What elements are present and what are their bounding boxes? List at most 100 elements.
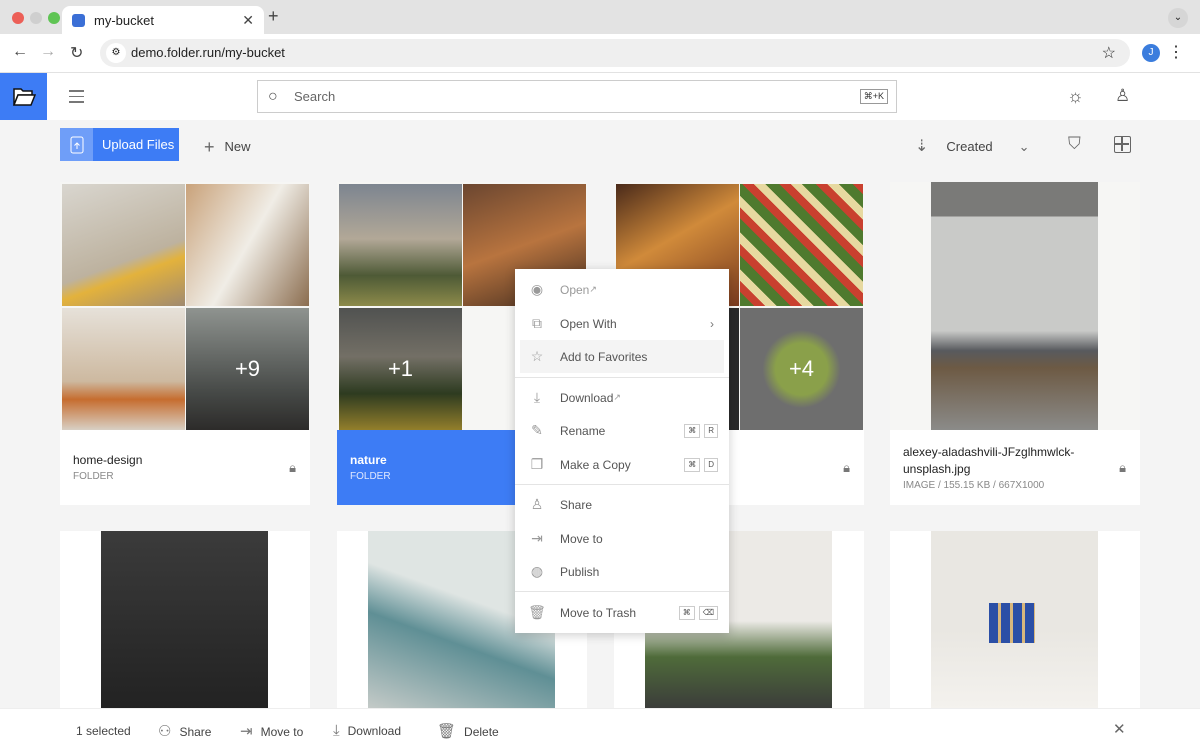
external-link-icon: ↗: [613, 392, 621, 402]
menu-item-download[interactable]: ⤓ Download ↗: [520, 381, 724, 414]
menu-item-open[interactable]: ◉ Open ↗: [520, 273, 724, 306]
back-icon[interactable]: ←: [12, 43, 28, 61]
item-type: IMAGE / 155.15 KB / 667X1000: [903, 480, 1045, 491]
menu-item-share[interactable]: ♙ Share: [520, 488, 724, 521]
search-icon: ○: [268, 88, 278, 105]
menu-label: Move to: [560, 531, 603, 546]
search-input[interactable]: ○ Search ⌘+K: [257, 80, 897, 113]
grid-view-icon[interactable]: [1114, 136, 1131, 153]
share-button[interactable]: ⚇ Share: [158, 722, 211, 740]
tab-list-button[interactable]: ⌄: [1168, 8, 1188, 28]
download-button[interactable]: ⤓ Download: [333, 722, 401, 739]
menu-label: Add to Favorites: [560, 349, 648, 364]
eye-icon: ◉: [530, 281, 544, 297]
more-count: +9: [186, 308, 309, 430]
menu-label: Open With: [560, 316, 617, 331]
new-tab-button[interactable]: +: [268, 6, 279, 27]
folder-favicon-icon: [72, 13, 85, 27]
thumbnail: [186, 184, 309, 306]
thumbnail: [339, 184, 462, 306]
kbd-cmd: ⌘: [684, 423, 701, 438]
more-count: +4: [788, 356, 815, 381]
new-label: New: [224, 139, 251, 154]
bookmark-star-icon[interactable]: ☆: [1102, 43, 1116, 63]
folder-thumbnails: +9: [60, 182, 310, 430]
maximize-window-button[interactable]: [48, 12, 60, 24]
chevron-right-icon: ›: [710, 316, 714, 331]
menu-label: Move to Trash: [560, 605, 637, 620]
folder-card[interactable]: +9 home-design FOLDER 🔒︎: [60, 182, 310, 505]
menu-item-open-with[interactable]: ⧉ Open With ›: [520, 307, 724, 340]
search-shortcut: ⌘+K: [859, 89, 888, 104]
upload-file-icon: [60, 128, 93, 161]
sort-dropdown[interactable]: ⇣ Created ⌄: [915, 136, 1030, 156]
forward-icon[interactable]: →: [40, 43, 56, 61]
sort-label: Created: [946, 139, 993, 154]
menu-item-make-copy[interactable]: ❐ Make a Copy ⌘ D: [520, 448, 724, 481]
lock-icon[interactable]: 🔒︎: [1119, 460, 1126, 476]
user-icon[interactable]: ♙: [1115, 86, 1130, 106]
folder-logo-icon[interactable]: [0, 73, 47, 120]
menu-item-move-to-trash[interactable]: 🗑︎ Move to Trash ⌘ ⌫: [520, 596, 724, 629]
item-type: FOLDER: [73, 471, 114, 482]
tab-title: my-bucket: [94, 12, 154, 28]
sort-icon: ⇣: [915, 138, 929, 155]
close-icon[interactable]: ✕: [1113, 720, 1126, 738]
filter-icon[interactable]: ⛉: [1068, 134, 1081, 154]
download-icon: ⤓: [333, 722, 340, 739]
thumbnail: [62, 308, 185, 430]
copy-icon: ❐: [530, 456, 544, 472]
kbd-key: D: [704, 457, 718, 472]
close-window-button[interactable]: [12, 12, 24, 24]
upload-files-button[interactable]: Upload Files: [60, 128, 179, 161]
menu-icon[interactable]: [69, 90, 84, 107]
browser-menu-icon[interactable]: ⋮: [1168, 42, 1184, 62]
menu-item-move-to[interactable]: ⇥ Move to: [520, 522, 724, 555]
pencil-icon: ✎: [531, 422, 543, 438]
close-tab-icon[interactable]: ✕: [242, 12, 254, 29]
lock-icon[interactable]: 🔒︎: [843, 460, 850, 476]
menu-label: Share: [560, 497, 593, 512]
divider: [515, 591, 729, 592]
reload-icon[interactable]: ↻: [70, 43, 83, 63]
search-placeholder: Search: [294, 89, 336, 104]
site-settings-icon[interactable]: ⚙: [106, 43, 126, 63]
delete-label: Delete: [464, 725, 499, 739]
thumbnail: [740, 184, 863, 306]
profile-avatar[interactable]: J: [1142, 44, 1160, 62]
thumbnail: +9: [186, 308, 309, 430]
url-field[interactable]: ⚙ demo.folder.run/my-bucket: [100, 39, 1130, 67]
move-to-label: Move to: [260, 725, 304, 739]
card-info: home-design FOLDER 🔒︎: [60, 430, 310, 505]
menu-label: Rename: [560, 423, 606, 438]
new-button[interactable]: + New: [204, 137, 251, 158]
address-bar-row: ← → ↻ ⚙ demo.folder.run/my-bucket ☆ J ⋮: [0, 34, 1200, 73]
menu-item-publish[interactable]: ◍ Publish: [520, 555, 724, 588]
delete-button[interactable]: 🗑︎ Delete: [437, 722, 499, 740]
selection-action-bar: 1 selected ⚇ Share ⇥ Move to ⤓ Download 🗑︎ D…: [0, 708, 1200, 750]
url-text: demo.folder.run/my-bucket: [131, 45, 285, 60]
thumbnail: +1: [339, 308, 462, 430]
star-icon: ☆: [530, 348, 544, 364]
browser-tab[interactable]: my-bucket ✕: [62, 6, 264, 34]
download-label: Download: [347, 724, 402, 738]
item-name: alexey-aladashvili-JFzglhmwlck-unsplash.…: [903, 445, 1075, 476]
menu-label: Download: [560, 390, 614, 405]
theme-toggle-icon[interactable]: ☼: [1067, 86, 1084, 107]
move-to-button[interactable]: ⇥ Move to: [240, 722, 303, 740]
menu-item-add-favorites[interactable]: ☆ Add to Favorites: [520, 340, 724, 373]
image-card[interactable]: [890, 531, 1140, 711]
image-card[interactable]: [60, 531, 310, 711]
minimize-window-button[interactable]: [30, 12, 42, 24]
kbd-key: ⌫: [698, 605, 718, 620]
browser-tab-bar: my-bucket ✕ + ⌄: [0, 0, 1200, 34]
selection-count: 1 selected: [76, 724, 131, 738]
menu-item-rename[interactable]: ✎ Rename ⌘ R: [520, 414, 724, 447]
image-card[interactable]: alexey-aladashvili-JFzglhmwlck-unsplash.…: [890, 182, 1140, 505]
app-header: ○ Search ⌘+K ☼ ♙: [0, 73, 1200, 120]
lock-icon[interactable]: 🔒︎: [289, 460, 296, 476]
plus-icon: +: [204, 137, 215, 157]
external-link-icon: ↗: [589, 284, 597, 294]
download-icon: ⤓: [533, 389, 541, 405]
kbd-cmd: ⌘: [678, 605, 695, 620]
